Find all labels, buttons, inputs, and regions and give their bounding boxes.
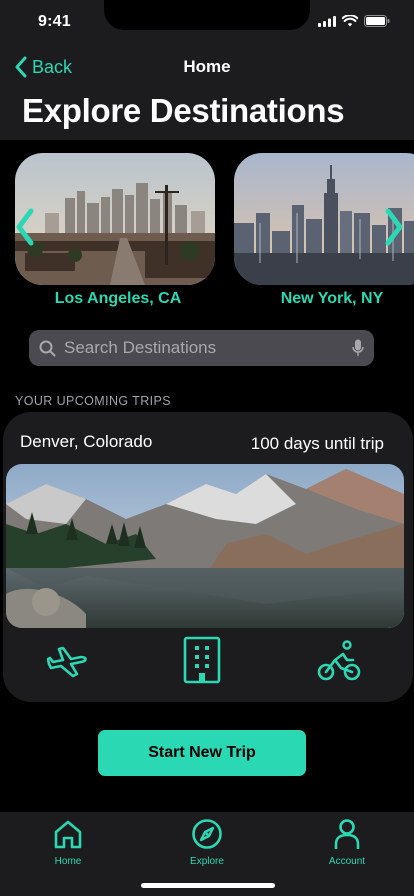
nav-title: Home — [183, 57, 231, 76]
chevron-left-icon — [16, 208, 34, 246]
cyclist-icon — [317, 640, 361, 681]
flight-button[interactable] — [46, 644, 89, 687]
destination-card-los-angeles[interactable] — [15, 153, 215, 285]
building-icon — [183, 636, 221, 684]
search-input[interactable]: Search Destinations — [64, 338, 352, 358]
chevron-right-icon — [385, 208, 403, 246]
start-new-trip-button[interactable]: Start New Trip — [98, 730, 306, 776]
destination-label-new-york[interactable]: New York, NY — [234, 290, 414, 308]
trip-destination: Denver, Colorado — [20, 432, 153, 451]
tab-explore[interactable]: Explore — [167, 818, 247, 867]
status-icons — [318, 15, 390, 27]
home-icon — [54, 820, 82, 849]
los-angeles-photo — [15, 153, 215, 285]
home-indicator — [141, 883, 275, 888]
status-time: 9:41 — [38, 13, 71, 30]
upcoming-trip-card[interactable]: Denver, Colorado 100 days until trip — [3, 412, 413, 702]
search-bar[interactable]: Search Destinations — [29, 330, 374, 366]
denver-photo — [6, 464, 404, 628]
page-title: Explore Destinations — [22, 92, 345, 129]
tab-home[interactable]: Home — [28, 818, 108, 867]
search-icon — [39, 340, 56, 356]
tab-explore-label: Explore — [190, 856, 224, 867]
tab-account[interactable]: Account — [307, 818, 387, 867]
trip-icon-row — [3, 636, 413, 689]
trip-countdown: 100 days until trip — [250, 434, 384, 453]
person-icon — [334, 819, 360, 849]
microphone-icon[interactable] — [352, 339, 364, 357]
wifi-icon — [342, 15, 358, 27]
destination-carousel: Los Angeles, CA New York, NY — [0, 153, 414, 313]
hotel-button[interactable] — [183, 636, 221, 689]
carousel-next-button[interactable] — [383, 207, 405, 252]
phone-screen: 9:41 Back Home Explore Destinations Los … — [0, 0, 414, 896]
signal-icon — [318, 15, 336, 27]
status-bar: 9:41 — [0, 0, 414, 44]
battery-icon — [364, 15, 390, 27]
tab-home-label: Home — [54, 856, 82, 867]
tab-account-label: Account — [328, 856, 366, 867]
airplane-icon — [46, 646, 87, 678]
notch — [104, 0, 310, 30]
navigation-header: Back Home Explore Destinations — [0, 44, 414, 140]
upcoming-trips-heading: YOUR UPCOMING TRIPS — [15, 394, 171, 408]
compass-icon — [192, 819, 222, 849]
destination-label-los-angeles[interactable]: Los Angeles, CA — [15, 290, 221, 308]
activities-button[interactable] — [317, 640, 361, 687]
carousel-prev-button[interactable] — [14, 207, 36, 252]
